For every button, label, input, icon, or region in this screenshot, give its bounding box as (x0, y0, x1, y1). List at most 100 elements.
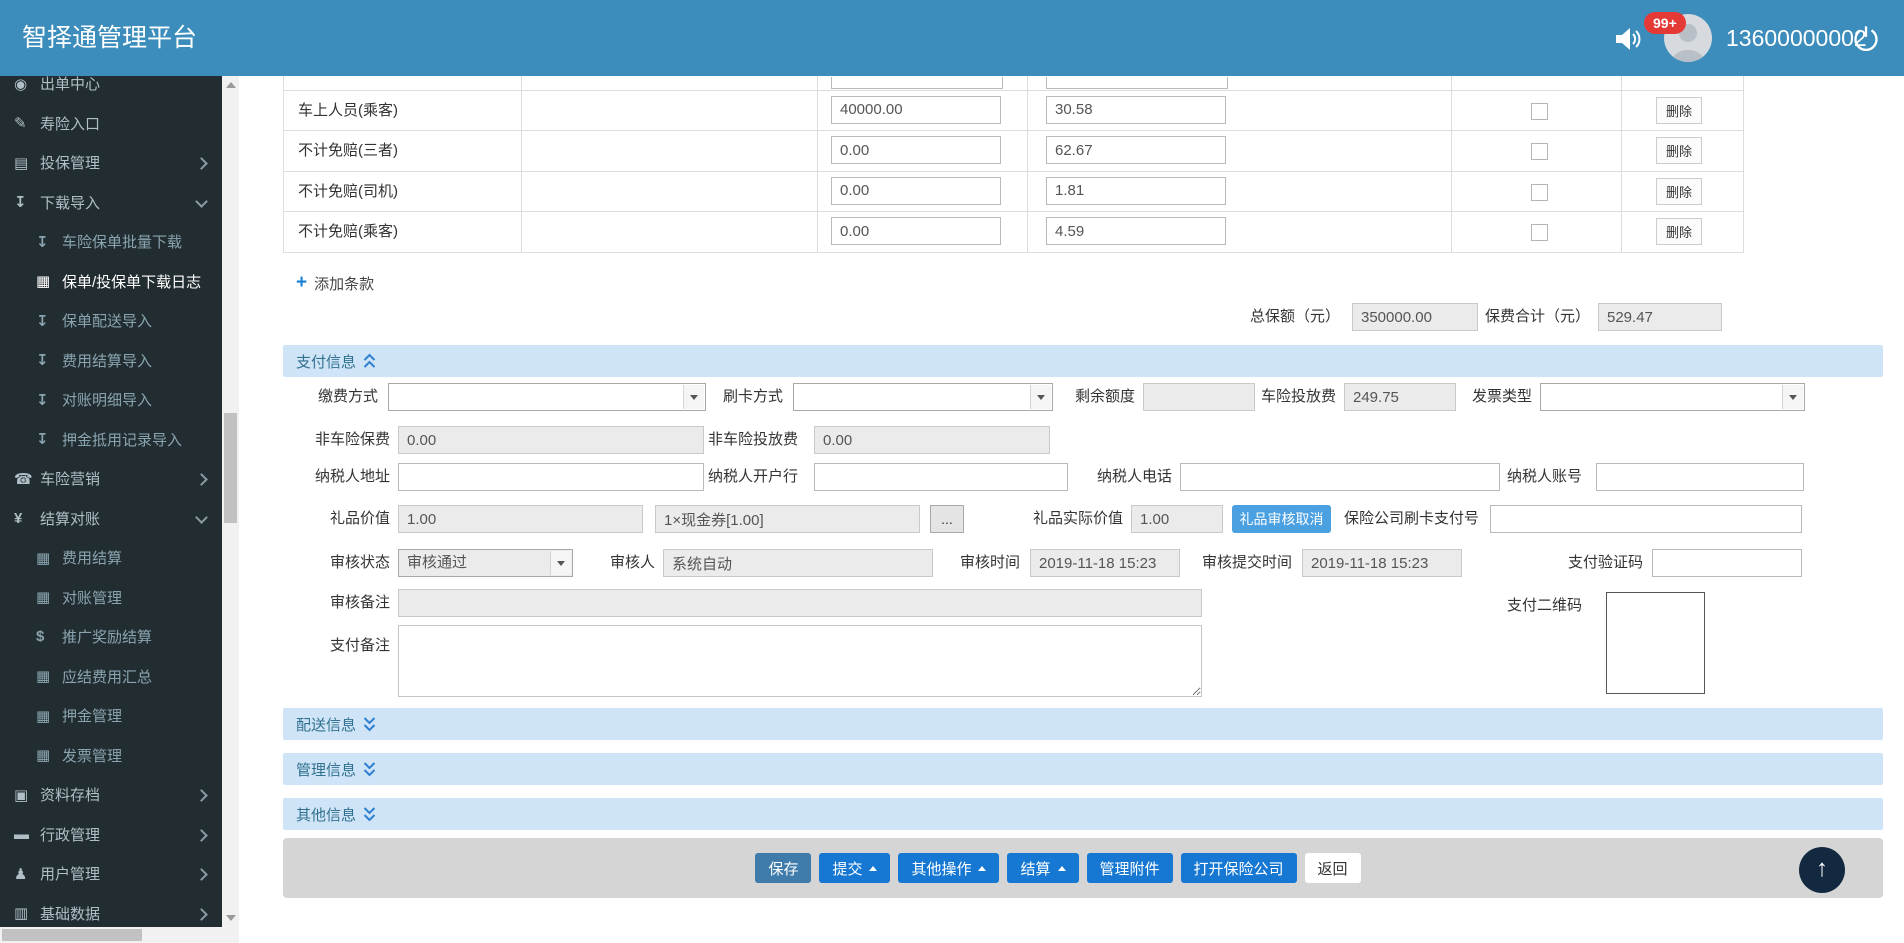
sidebar-item-insure-management[interactable]: 投保管理 (0, 143, 222, 183)
sidebar-item-policy-download-log[interactable]: 保单/投保单下载日志 (0, 262, 222, 302)
sidebar-item-reconciliation-detail-import[interactable]: 对账明细导入 (0, 380, 222, 420)
scroll-down-arrow-icon[interactable] (226, 915, 236, 921)
sidebar-item-label: 车险保单批量下载 (62, 234, 183, 252)
sidebar-item-life-insurance-entry[interactable]: 寿险入口 (0, 104, 222, 144)
database-icon (14, 904, 40, 922)
vertical-scrollbar[interactable] (222, 76, 239, 927)
taxpayer-address-input[interactable] (398, 463, 704, 491)
clause-amount-input[interactable] (831, 136, 1001, 164)
company-pay-no-input[interactable] (1490, 505, 1802, 533)
pay-qr-code-box (1606, 592, 1705, 694)
import-icon (36, 430, 62, 448)
vertical-scrollbar-thumb[interactable] (224, 413, 237, 523)
sidebar-item-label: 行政管理 (40, 826, 101, 844)
pay-note-textarea[interactable] (398, 625, 1202, 697)
gift-more-button[interactable]: ... (930, 505, 964, 533)
scrollbar-corner (222, 927, 239, 943)
clause-premium-input[interactable] (1046, 217, 1226, 245)
sum-insured-label: 总保额（元） (1249, 308, 1340, 325)
non-car-fee-input (814, 426, 1050, 454)
import-icon (14, 193, 40, 211)
sidebar-item-promotion-reward-settlement[interactable]: 推广奖励结算 (0, 617, 222, 657)
speaker-icon[interactable] (1614, 25, 1644, 53)
delivery-section-header[interactable]: 配送信息 (283, 708, 1883, 740)
clause-amount-input[interactable] (831, 176, 1001, 205)
pay-method-label: 缴费方式 (317, 388, 378, 405)
taxpayer-phone-input[interactable] (1180, 463, 1500, 491)
premium-total-label: 保费合计（元） (1485, 308, 1591, 325)
row-checkbox[interactable] (1531, 224, 1548, 241)
other-section-header[interactable]: 其他信息 (283, 798, 1883, 830)
sidebar-item-administration[interactable]: 行政管理 (0, 815, 222, 855)
chevron-right-icon (195, 907, 208, 921)
sidebar-item-download-import[interactable]: 下载导入 (0, 183, 222, 223)
sidebar-item-deposit-record-import[interactable]: 押金抵用记录导入 (0, 420, 222, 460)
clause-premium-input[interactable] (1046, 95, 1226, 124)
sidebar-item-label: 押金管理 (62, 708, 123, 726)
chevron-right-icon (195, 473, 208, 486)
sidebar-item-deposit-management[interactable]: 押金管理 (0, 696, 222, 736)
delete-row-button[interactable]: 删除 (1656, 218, 1702, 245)
delete-row-button[interactable]: 删除 (1656, 177, 1702, 205)
clause-amount-input[interactable] (831, 95, 1001, 124)
management-section-header[interactable]: 管理信息 (283, 753, 1883, 785)
chevron-down-icon (195, 194, 208, 208)
sidebar-item-data-archive[interactable]: 资料存档 (0, 775, 222, 815)
sidebar-item-label: 基础数据 (40, 905, 101, 923)
taxpayer-bank-input[interactable] (814, 463, 1068, 491)
sidebar-item-invoice-management[interactable]: 发票管理 (0, 736, 222, 776)
notification-badge: 99+ (1644, 12, 1686, 34)
clause-premium-input[interactable] (1046, 136, 1226, 164)
gift-value-input (398, 505, 643, 533)
sidebar-item-car-policy-batch-download[interactable]: 车险保单批量下载 (0, 222, 222, 262)
submit-button[interactable]: 提交 (819, 853, 891, 883)
delete-row-button[interactable]: 删除 (1656, 137, 1702, 164)
sidebar-item-car-insurance-marketing[interactable]: 车险营销 (0, 459, 222, 499)
save-button[interactable]: 保存 (755, 853, 812, 883)
sidebar-item-policy-delivery-import[interactable]: 保单配送导入 (0, 301, 222, 341)
row-checkbox[interactable] (1531, 143, 1548, 160)
invoice-type-select[interactable] (1540, 383, 1805, 411)
sidebar-item-settlement-reconciliation[interactable]: 结算对账 (0, 499, 222, 539)
sidebar-item-fee-settlement[interactable]: 费用结算 (0, 538, 222, 578)
payment-section-header[interactable]: 支付信息 (283, 345, 1883, 377)
manage-attachments-button[interactable]: 管理附件 (1086, 853, 1173, 883)
settle-button[interactable]: 结算 (1007, 853, 1079, 883)
scroll-up-arrow-icon[interactable] (226, 82, 236, 88)
add-clause-link[interactable]: + 添加条款 (296, 270, 374, 296)
sidebar-item-user-management[interactable]: 用户管理 (0, 854, 222, 894)
row-checkbox[interactable] (1531, 183, 1548, 201)
horizontal-scrollbar[interactable] (0, 927, 222, 943)
clause-amount-input[interactable] (831, 217, 1001, 245)
table-row: 车上人员(乘客) 删除 (284, 90, 1743, 131)
sidebar-item-label: 寿险入口 (40, 115, 101, 133)
grid-icon (36, 667, 62, 685)
horizontal-scrollbar-thumb[interactable] (2, 929, 142, 941)
taxpayer-account-input[interactable] (1596, 463, 1804, 491)
company-pay-no-label: 保险公司刷卡支付号 (1343, 510, 1479, 527)
card-method-select[interactable] (793, 383, 1053, 411)
pay-method-select[interactable] (388, 383, 706, 411)
clause-name: 不计免赔(乘客) (298, 223, 398, 240)
open-insurance-company-button[interactable]: 打开保险公司 (1180, 853, 1297, 883)
gift-audit-cancel-button[interactable]: 礼品审核取消 (1232, 505, 1331, 533)
chevron-down-icon (195, 510, 208, 524)
back-to-top-button[interactable]: ↑ (1799, 847, 1845, 893)
grid-icon (36, 746, 62, 764)
non-car-fee-label: 非车险投放费 (707, 431, 798, 448)
sidebar-item-payable-fee-summary[interactable]: 应结费用汇总 (0, 657, 222, 697)
sidebar-item-issue-center[interactable]: 出单中心 (0, 76, 222, 104)
power-icon[interactable] (1852, 24, 1880, 52)
delete-row-button[interactable]: 删除 (1656, 96, 1702, 124)
header-phone-number[interactable]: 13600000002 (1726, 0, 1867, 76)
user-icon (14, 865, 40, 883)
other-actions-button[interactable]: 其他操作 (898, 853, 1000, 883)
row-checkbox[interactable] (1531, 102, 1548, 120)
clause-premium-input[interactable] (1046, 176, 1226, 205)
sidebar-item-label: 发票管理 (62, 747, 123, 765)
sidebar-item-fee-settlement-import[interactable]: 费用结算导入 (0, 341, 222, 381)
pay-code-input[interactable] (1652, 549, 1802, 577)
plus-icon: + (296, 272, 308, 293)
sidebar-item-reconciliation-management[interactable]: 对账管理 (0, 578, 222, 618)
back-button[interactable]: 返回 (1304, 853, 1361, 883)
